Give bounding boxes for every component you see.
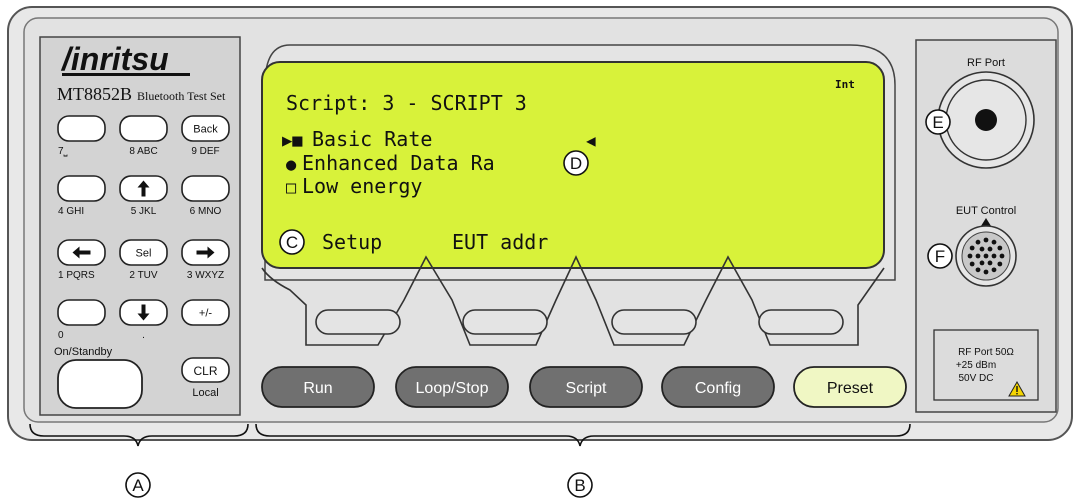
option-low-energy[interactable]: Low energy [302, 174, 422, 198]
key-0-label: 0 [58, 330, 64, 341]
svg-text:F: F [935, 247, 945, 266]
softkey-2[interactable] [462, 309, 548, 335]
key-7[interactable] [57, 115, 106, 142]
callout-d: D [563, 150, 589, 176]
eut-control-connector[interactable] [955, 225, 1017, 287]
function-button-label: Loop/Stop [416, 380, 489, 397]
script-button[interactable]: Script [529, 366, 643, 408]
loop-stop-button[interactable]: Loop/Stop [395, 366, 509, 408]
function-button-label: Script [566, 380, 607, 397]
key-back-face: Back [193, 124, 218, 136]
standby-button[interactable] [57, 359, 143, 409]
function-buttons: Run Loop/Stop Script Config Preset [261, 366, 907, 408]
key-4-label: 4 GHI [58, 206, 84, 217]
option-enhanced-data-rate[interactable]: Enhanced Data Ra [302, 151, 495, 175]
key-0[interactable] [57, 299, 106, 326]
key-sel-label: 2 TUV [129, 270, 157, 281]
logo-text: /inritsu [60, 41, 169, 77]
key-plusminus[interactable]: +/- [181, 299, 230, 326]
key-4[interactable] [57, 175, 106, 202]
svg-text:A: A [132, 476, 144, 495]
mt8852b-front-panel-diagram: /inritsu MT8852B Bluetooth Test Set 7⎵ 8 … [0, 0, 1080, 499]
function-button-label: Run [303, 380, 332, 397]
key-8[interactable] [119, 115, 168, 142]
key-left[interactable] [57, 239, 106, 266]
logo-underline [62, 73, 190, 76]
option-low-energy-marker: □ [286, 178, 297, 198]
softkey-3[interactable] [611, 309, 697, 335]
selection-end-marker: ◀ [586, 131, 596, 150]
key-up-label: 5 JKL [131, 206, 157, 217]
softkey-1[interactable] [315, 309, 401, 335]
key-down-label: . [142, 330, 145, 341]
function-button-label: Config [695, 380, 741, 397]
warning-line-2: +25 dBm [956, 360, 996, 371]
option-basic-rate[interactable]: Basic Rate [312, 127, 432, 151]
softkey-label-setup: Setup [322, 230, 382, 254]
softkey-label-eut-addr: EUT addr [452, 230, 548, 254]
warning-line-3: 50V DC [958, 373, 993, 384]
run-button[interactable]: Run [261, 366, 375, 408]
svg-text:B: B [574, 476, 585, 495]
option-basic-rate-marker: ▶■ [282, 131, 303, 151]
standby-label: On/Standby [54, 346, 113, 358]
eut-control-label: EUT Control [956, 205, 1016, 217]
warning-line-1: RF Port 50Ω [958, 347, 1014, 358]
key-sel[interactable]: Sel [119, 239, 168, 266]
svg-text:D: D [570, 154, 582, 173]
model-name: Bluetooth Test Set [137, 89, 226, 103]
clr-button-label: CLR [193, 364, 217, 378]
key-sel-face: Sel [136, 248, 152, 260]
callout-a: A [125, 472, 151, 498]
key-left-label: 1 PQRS [58, 270, 95, 281]
front-panel-svg: /inritsu MT8852B Bluetooth Test Set 7⎵ 8 … [7, 6, 1073, 498]
function-button-label: Preset [827, 380, 874, 397]
key-right[interactable] [181, 239, 230, 266]
script-title: Script: 3 - SCRIPT 3 [286, 91, 527, 115]
key-back-label: 9 DEF [191, 146, 219, 157]
key-up[interactable] [119, 175, 168, 202]
config-button[interactable]: Config [661, 366, 775, 408]
rf-port-label: RF Port [967, 57, 1005, 69]
int-indicator: Int [835, 78, 855, 91]
option-edr-marker: ● [286, 155, 297, 175]
key-right-label: 3 WXYZ [187, 270, 224, 281]
svg-text:C: C [286, 233, 298, 252]
key-down[interactable] [119, 299, 168, 326]
model-number: MT8852B [57, 84, 132, 104]
local-label: Local [192, 387, 218, 399]
rf-port-connector[interactable] [937, 71, 1035, 169]
callout-f: F [927, 243, 953, 269]
callout-e: E [925, 109, 951, 135]
callout-b: B [567, 472, 593, 498]
key-7-label: 7⎵ [58, 146, 68, 157]
key-8-label: 8 ABC [129, 146, 157, 157]
svg-text:E: E [932, 113, 943, 132]
key-plusminus-face: +/- [199, 308, 212, 320]
callout-c: C [279, 229, 305, 255]
preset-button[interactable]: Preset [793, 366, 907, 408]
softkey-4[interactable] [758, 309, 844, 335]
key-6-label: 6 MNO [190, 206, 222, 217]
key-6[interactable] [181, 175, 230, 202]
key-back[interactable]: Back [181, 115, 230, 142]
